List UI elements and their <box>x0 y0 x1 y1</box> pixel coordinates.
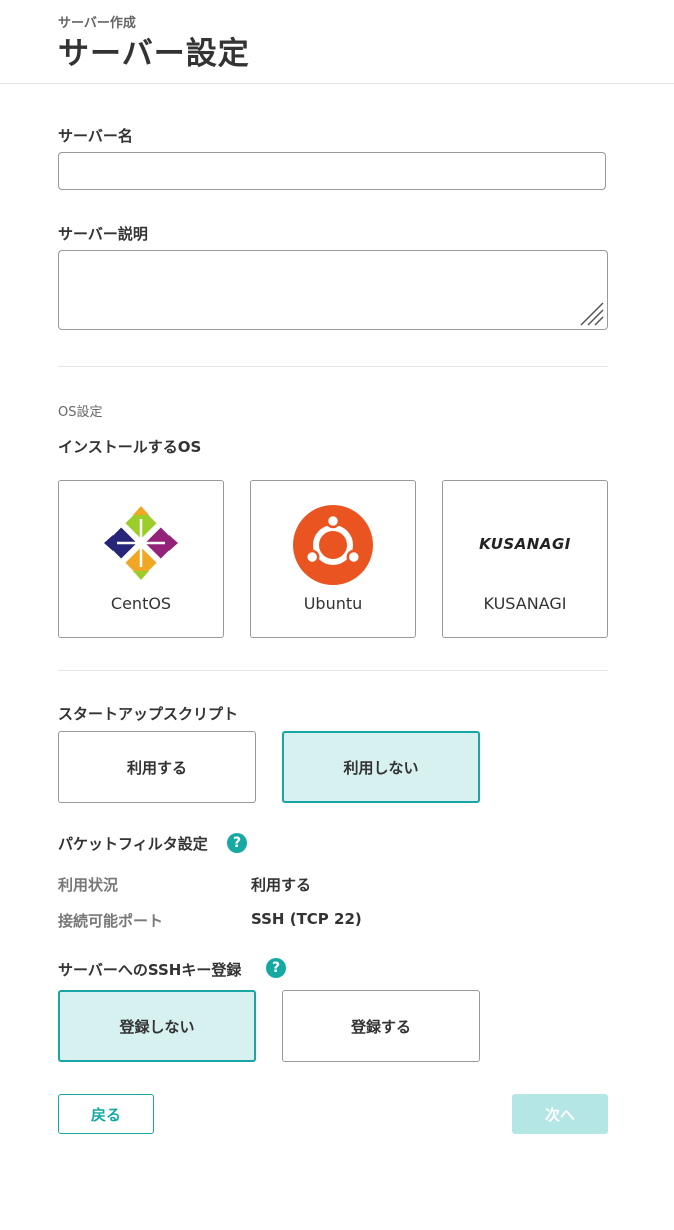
allowed-port-value: SSH (TCP 22) <box>251 910 362 928</box>
usage-status-key: 利用状況 <box>58 876 119 894</box>
os-option-centos[interactable]: CentOS <box>58 480 224 638</box>
os-name-kusanagi: KUSANAGI <box>483 594 567 613</box>
usage-status-value: 利用する <box>251 876 312 894</box>
allowed-port-key: 接続可能ポート <box>58 912 164 930</box>
startup-use-button[interactable]: 利用する <box>58 731 256 803</box>
os-name-centos: CentOS <box>110 594 172 613</box>
install-os-label: インストールするOS <box>58 438 202 456</box>
os-option-kusanagi[interactable]: KUSANAGI KUSANAGI <box>442 480 608 638</box>
page-title: サーバー設定 <box>58 36 250 72</box>
resize-handle-icon[interactable] <box>579 301 605 327</box>
ssh-key-label: サーバーへのSSHキー登録 <box>58 961 242 979</box>
packet-filter-label: パケットフィルタ設定 <box>58 835 208 853</box>
divider <box>58 670 608 671</box>
server-description-textarea[interactable] <box>58 250 608 330</box>
server-name-input[interactable] <box>58 152 606 190</box>
startup-script-label: スタートアップスクリプト <box>58 705 239 723</box>
ssh-key-help-icon[interactable]: ? <box>266 958 286 978</box>
divider <box>58 366 608 367</box>
packet-filter-help-icon[interactable]: ? <box>227 833 247 853</box>
os-option-ubuntu[interactable]: Ubuntu <box>250 480 416 638</box>
ssh-key-not-register-button[interactable]: 登録しない <box>58 990 256 1062</box>
ubuntu-logo-icon <box>293 505 373 585</box>
ssh-key-register-button[interactable]: 登録する <box>282 990 480 1062</box>
page-header: サーバー作成 サーバー設定 <box>0 0 674 84</box>
kusanagi-logo: KUSANAGI <box>479 535 571 553</box>
os-name-ubuntu: Ubuntu <box>303 594 363 613</box>
server-description-label: サーバー説明 <box>58 225 148 243</box>
centos-logo-icon <box>103 505 179 581</box>
startup-not-use-button[interactable]: 利用しない <box>282 731 480 803</box>
back-button[interactable]: 戻る <box>58 1094 154 1134</box>
next-button[interactable]: 次へ <box>512 1094 608 1134</box>
os-settings-caption: OS設定 <box>58 405 103 420</box>
server-name-label: サーバー名 <box>58 127 133 145</box>
